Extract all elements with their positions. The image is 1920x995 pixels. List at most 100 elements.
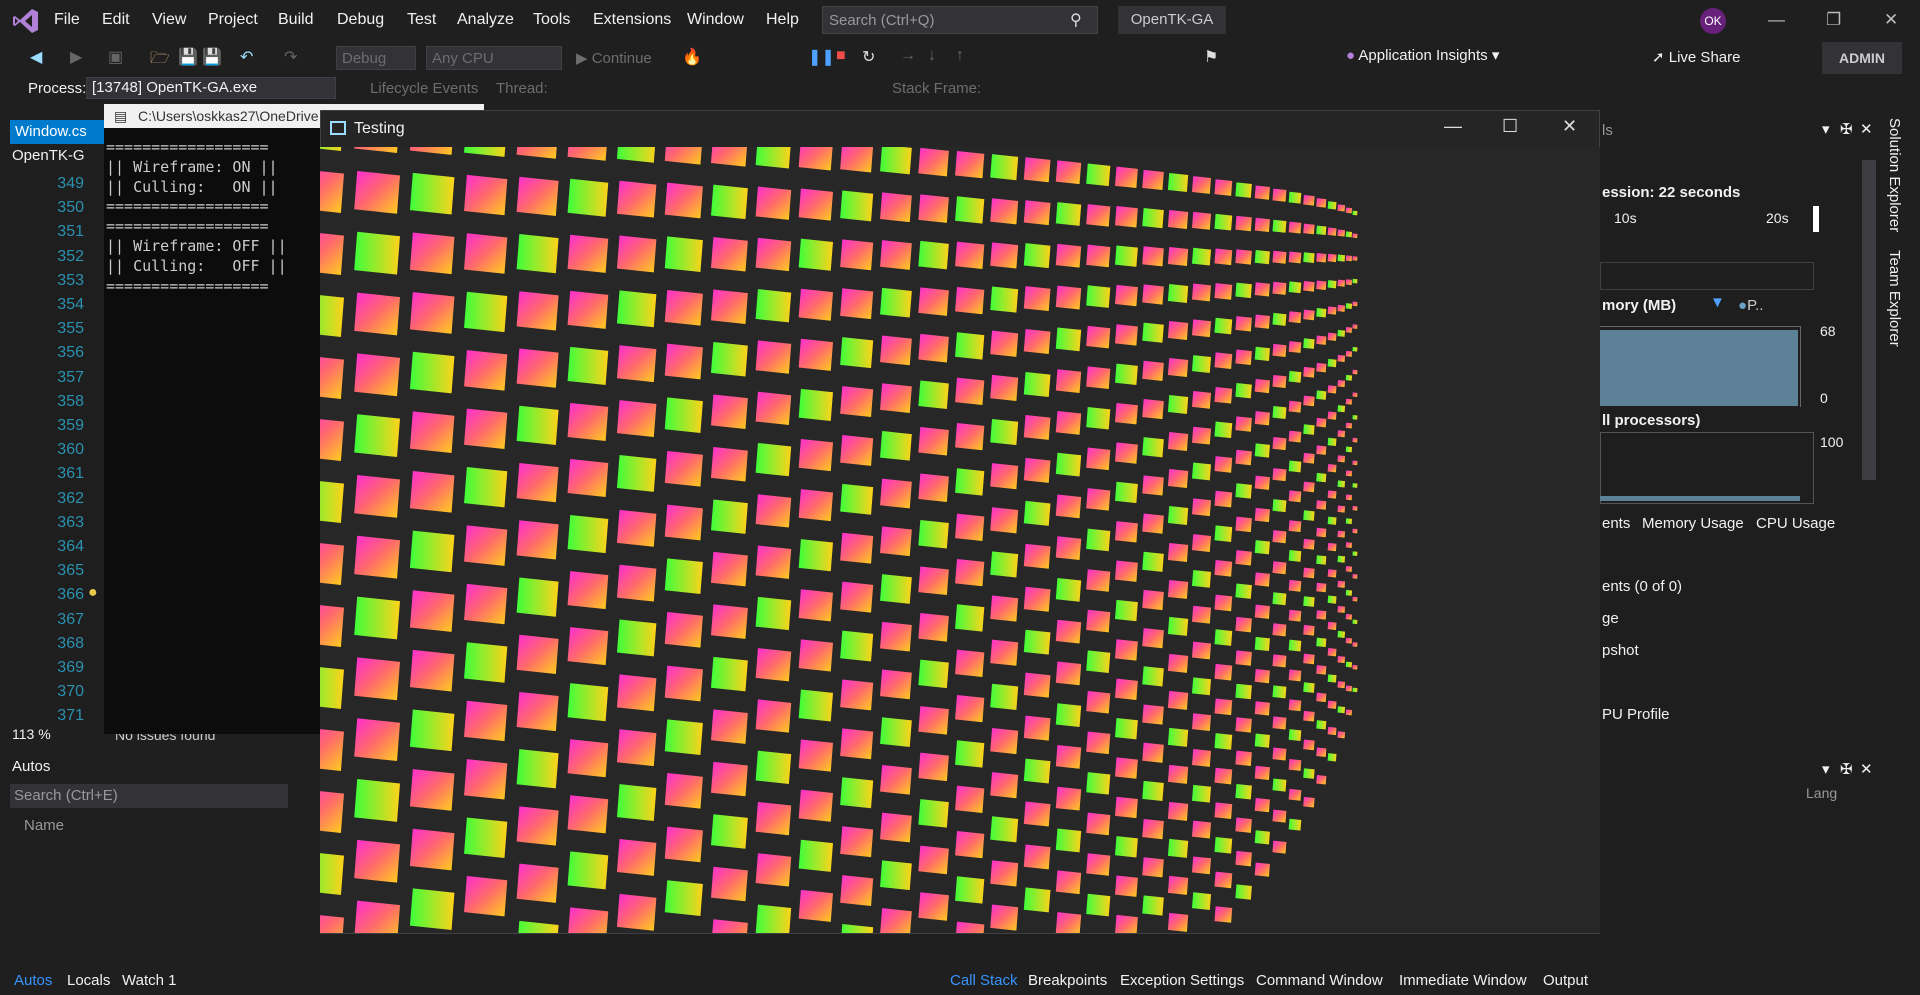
cube: [798, 489, 834, 522]
cube: [1023, 414, 1051, 440]
autos-search-input[interactable]: Search (Ctrl+E): [10, 784, 288, 808]
take-snapshot-row[interactable]: pshot: [1602, 642, 1639, 659]
bookmark-icon[interactable]: ⚑: [1204, 47, 1218, 67]
search-icon[interactable]: ⚲: [1070, 10, 1082, 30]
tab-output[interactable]: Output: [1543, 972, 1588, 989]
filter-icon[interactable]: ▼: [1710, 294, 1725, 311]
cube: [1303, 596, 1315, 607]
new-project-icon[interactable]: ▣: [108, 47, 123, 67]
render-viewport[interactable]: [320, 147, 1600, 933]
pin-icon[interactable]: ▾: [1822, 120, 1830, 138]
close-icon[interactable]: ✕: [1860, 760, 1873, 778]
scrollbar[interactable]: [1862, 160, 1876, 480]
tab-immediate-window[interactable]: Immediate Window: [1399, 972, 1527, 989]
process-select[interactable]: [13748] OpenTK-GA.exe: [86, 77, 336, 99]
continue-button[interactable]: ▶ Continue: [576, 49, 652, 67]
pin-icon[interactable]: ✠: [1840, 760, 1853, 778]
cube: [1303, 624, 1315, 636]
save-icon[interactable]: 💾: [178, 47, 198, 67]
menu-window[interactable]: Window: [687, 11, 744, 29]
cube: [1167, 394, 1189, 414]
lightbulb-icon[interactable]: ●: [88, 584, 98, 602]
platform-select[interactable]: Any CPU: [426, 46, 562, 70]
break-all-icon[interactable]: ❚❚: [808, 47, 835, 67]
menu-tools[interactable]: Tools: [533, 11, 570, 29]
cube: [1235, 349, 1252, 365]
cube: [616, 345, 657, 383]
cube: [1023, 200, 1051, 226]
timeline-cursor[interactable]: [1813, 206, 1819, 232]
application-insights-button[interactable]: ● Application Insights ▾: [1346, 46, 1499, 64]
minimize-icon[interactable]: —: [1768, 10, 1785, 30]
back-icon[interactable]: ◀: [30, 47, 42, 67]
menu-build[interactable]: Build: [278, 11, 314, 29]
tab-memory-usage[interactable]: Memory Usage: [1642, 515, 1744, 532]
stop-debugging-icon[interactable]: ■: [836, 47, 846, 65]
cube: [409, 769, 455, 811]
cube: [1272, 747, 1287, 761]
tab-events[interactable]: ents: [1602, 515, 1630, 532]
column-header-name[interactable]: Name: [24, 817, 64, 834]
cube: [1303, 481, 1315, 493]
configuration-select[interactable]: Debug: [336, 46, 416, 70]
tab-locals[interactable]: Locals: [67, 972, 110, 989]
maximize-icon[interactable]: ☐: [1502, 116, 1518, 137]
record-cpu-profile-row[interactable]: PU Profile: [1602, 706, 1670, 723]
tab-breakpoints[interactable]: Breakpoints: [1028, 972, 1107, 989]
open-folder-icon[interactable]: 🗁: [150, 47, 170, 74]
tab-exception-settings[interactable]: Exception Settings: [1120, 972, 1244, 989]
lifecycle-events-button[interactable]: Lifecycle Events: [370, 80, 478, 97]
forward-icon[interactable]: ▶: [70, 47, 82, 67]
memory-usage-row[interactable]: ge: [1602, 610, 1619, 627]
menu-debug[interactable]: Debug: [337, 11, 384, 29]
cube: [354, 718, 401, 762]
undo-icon[interactable]: ↶: [240, 47, 253, 67]
column-header-lang[interactable]: Lang: [1806, 785, 1837, 801]
tab-cpu-usage[interactable]: CPU Usage: [1756, 515, 1835, 532]
menu-file[interactable]: File: [54, 11, 80, 29]
step-into-icon[interactable]: ↓: [928, 47, 936, 65]
save-all-icon[interactable]: 💾: [202, 47, 222, 67]
admin-badge[interactable]: ADMIN: [1822, 42, 1902, 74]
cube: [990, 551, 1019, 578]
menu-analyze[interactable]: Analyze: [457, 11, 514, 29]
tab-watch-1[interactable]: Watch 1: [122, 972, 176, 989]
dropdown-icon[interactable]: ▾: [1822, 760, 1830, 778]
console-line: ==================: [106, 217, 269, 236]
menu-test[interactable]: Test: [407, 11, 436, 29]
live-share-button[interactable]: ➚ Live Share: [1652, 48, 1740, 66]
side-tab-solution-explorer[interactable]: Solution Explorer: [1886, 118, 1903, 232]
cube: [1345, 231, 1353, 238]
cube: [1235, 750, 1252, 767]
document-tab[interactable]: Window.cs: [10, 120, 106, 144]
hot-reload-icon[interactable]: 🔥: [682, 47, 702, 67]
tab-autos[interactable]: Autos: [14, 972, 52, 989]
restore-icon[interactable]: ❐: [1826, 10, 1841, 30]
menu-edit[interactable]: Edit: [102, 11, 130, 29]
testing-window-title-bar[interactable]: [321, 111, 1599, 147]
zoom-level[interactable]: 113 %: [12, 726, 51, 742]
restart-icon[interactable]: ↻: [862, 47, 875, 67]
cube: [955, 377, 985, 405]
close-icon[interactable]: ✕: [1562, 116, 1577, 137]
close-icon[interactable]: ✕: [1860, 120, 1873, 138]
events-summary[interactable]: ents (0 of 0): [1602, 578, 1682, 595]
menu-project[interactable]: Project: [208, 11, 258, 29]
step-over-icon[interactable]: →: [900, 47, 916, 65]
menu-view[interactable]: View: [152, 11, 186, 29]
side-tab-team-explorer[interactable]: Team Explorer: [1886, 250, 1903, 347]
cube: [1316, 610, 1327, 620]
line-number: 364: [57, 538, 84, 555]
minimize-icon[interactable]: —: [1444, 116, 1462, 137]
redo-icon[interactable]: ↷: [284, 47, 297, 67]
pin-icon[interactable]: ✠: [1840, 120, 1853, 138]
avatar[interactable]: OK: [1700, 8, 1726, 34]
close-icon[interactable]: ✕: [1884, 10, 1898, 30]
tab-command-window[interactable]: Command Window: [1256, 972, 1383, 989]
menu-help[interactable]: Help: [766, 11, 799, 29]
search-input[interactable]: Search (Ctrl+Q): [822, 6, 1098, 34]
cube: [1167, 690, 1189, 710]
tab-call-stack[interactable]: Call Stack: [950, 972, 1018, 989]
step-out-icon[interactable]: ↑: [956, 47, 964, 65]
menu-extensions[interactable]: Extensions: [593, 11, 671, 29]
